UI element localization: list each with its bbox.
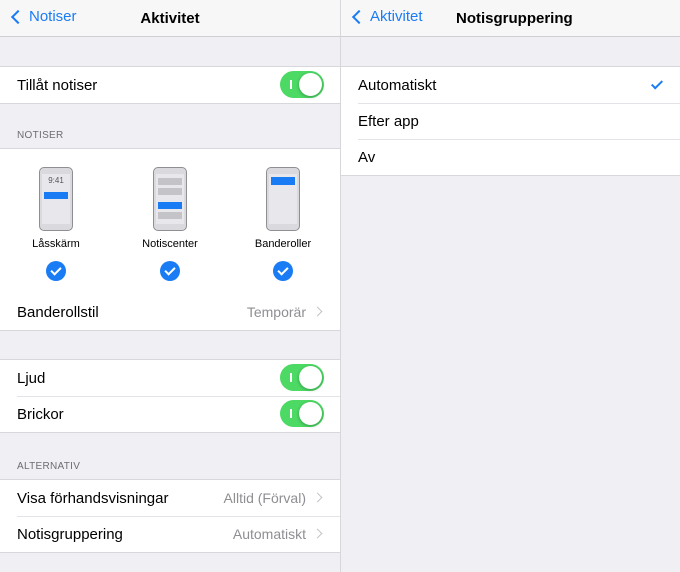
alert-style-label: Notiscenter [142,238,198,250]
notification-grouping-value: Automatiskt [232,526,306,542]
checkmark-circle-icon [273,261,293,281]
toggle-knob [299,73,322,96]
grouping-option-automatic[interactable]: Automatiskt [341,67,680,103]
alert-style-banners[interactable]: Banderoller [238,167,328,281]
grouping-options-list: Automatiskt Efter app Av [341,66,680,176]
banner-style-label: Banderollstil [17,303,99,321]
banners-phone-icon [266,167,300,231]
alert-styles: 9:41 Låsskärm Notiscenter Banderoller [0,149,340,294]
lock-screen-clock: 9:41 [48,176,64,185]
toggle-on-mark-icon [290,80,292,89]
sounds-toggle[interactable] [280,364,324,391]
badges-toggle[interactable] [280,400,324,427]
badges-label: Brickor [17,405,64,423]
option-label: Automatiskt [358,76,437,94]
checkmark-circle-icon [160,261,180,281]
allow-notifications-group: Tillåt notiser [0,66,340,104]
chevron-left-icon [351,9,367,24]
toggle-knob [299,366,322,389]
back-button-label: Aktivitet [370,8,423,25]
show-previews-row[interactable]: Visa förhandsvisningar Alltid (Förval) [0,480,340,516]
sounds-badges-group: Ljud Brickor [0,359,340,433]
notification-grouping-label: Notisgruppering [17,525,123,543]
sounds-row: Ljud [0,360,340,396]
notification-center-phone-icon [153,167,187,231]
notification-grouping-row[interactable]: Notisgruppering Automatiskt [0,516,340,552]
toggle-knob [299,402,322,425]
sounds-label: Ljud [17,369,46,387]
option-label: Av [358,148,376,166]
badges-row: Brickor [0,396,340,432]
allow-notifications-row: Tillåt notiser [0,67,340,103]
checkmark-circle-icon [46,261,66,281]
chevron-right-icon [312,306,323,317]
banner-style-row[interactable]: Banderollstil Temporär [0,294,340,330]
alert-style-label: Banderoller [254,238,312,250]
alert-style-lock-screen[interactable]: 9:41 Låsskärm [11,167,101,281]
chevron-right-icon [312,528,323,539]
toggle-on-mark-icon [290,409,292,418]
banner-style-value: Temporär [246,304,306,320]
allow-notifications-label: Tillåt notiser [17,76,98,94]
back-button[interactable]: Aktivitet [351,8,423,25]
option-label: Efter app [358,112,419,130]
allow-notifications-toggle[interactable] [280,71,324,98]
show-previews-label: Visa förhandsvisningar [17,489,169,507]
options-group: Visa förhandsvisningar Alltid (Förval) N… [0,479,340,553]
alert-style-notification-center[interactable]: Notiscenter [125,167,215,281]
page-title: Notisgruppering [456,10,573,27]
section-header-alternativ: ALTERNATIV [17,461,81,472]
grouping-option-off[interactable]: Av [341,139,680,175]
section-header-notiser: NOTISER [17,130,64,141]
chevron-right-icon [312,492,323,503]
notification-grouping-panel: Aktivitet Notisgruppering Automatiskt Ef… [340,0,680,572]
notification-style-group: 9:41 Låsskärm Notiscenter Banderoller Ba… [0,148,340,331]
activity-settings-panel: Notiser Aktivitet Tillåt notiser NOTISER… [0,0,340,572]
navigation-bar: Notiser Aktivitet [0,0,340,37]
grouping-option-by-app[interactable]: Efter app [341,103,680,139]
alert-style-label: Låsskärm [32,238,80,250]
navigation-bar: Aktivitet Notisgruppering [341,0,680,37]
lock-screen-phone-icon: 9:41 [39,167,73,231]
toggle-on-mark-icon [290,373,292,382]
page-title: Aktivitet [140,10,200,27]
show-previews-value: Alltid (Förval) [223,490,306,506]
checkmark-icon [650,77,664,90]
